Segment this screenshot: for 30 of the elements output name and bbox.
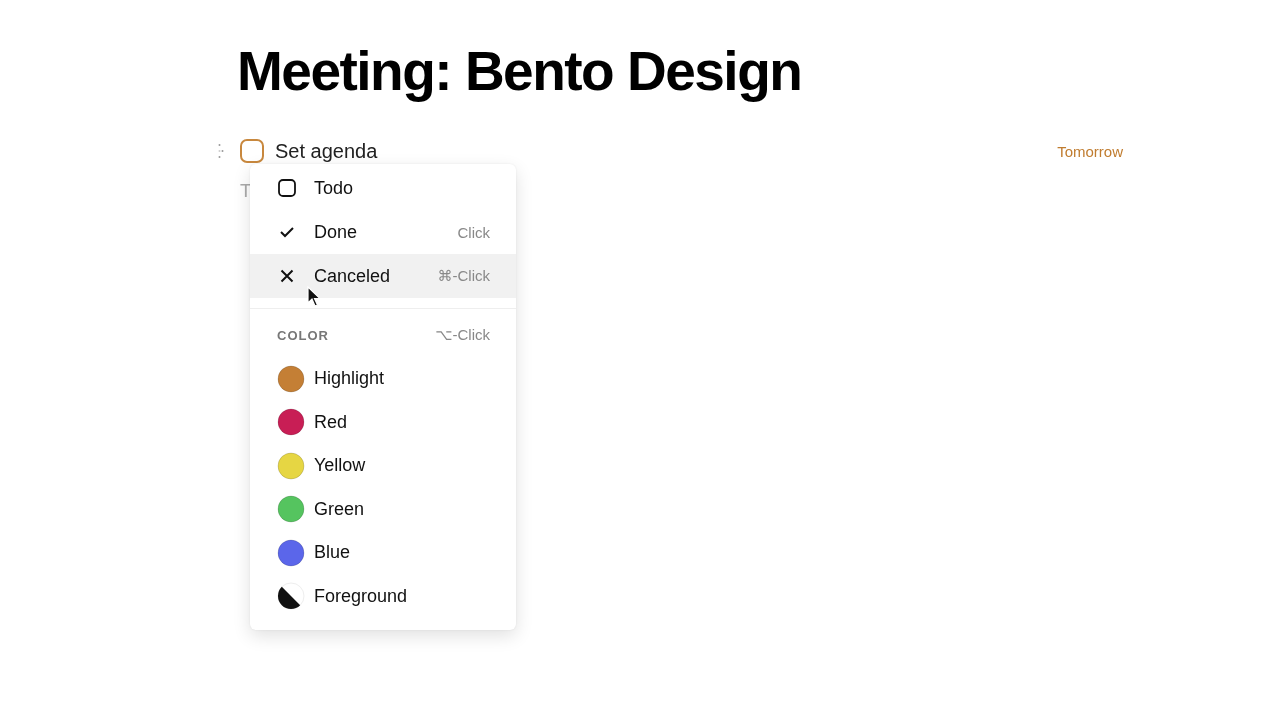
menu-item-label: Blue (314, 542, 351, 564)
menu-item-label: Yellow (314, 455, 366, 477)
placeholder-text: T (240, 180, 252, 201)
due-date[interactable]: Tomorrow (1057, 142, 1123, 160)
shortcut-hint: ⌥-Click (435, 326, 490, 344)
menu-item-label: Red (314, 411, 348, 433)
menu-item[interactable]: Red (250, 400, 516, 444)
menu-item[interactable]: Blue (250, 531, 516, 575)
menu-item-label: Done (314, 221, 358, 243)
menu-item-label: Canceled (314, 265, 391, 287)
shortcut-hint: ⌘-Click (437, 267, 490, 285)
page-title: Meeting: Bento Design (236, 39, 803, 104)
task-checkbox[interactable] (240, 139, 264, 163)
drag-handle-icon[interactable] (218, 143, 224, 159)
section-heading: COLOR (277, 327, 329, 343)
menu-item[interactable]: Highlight (250, 357, 516, 401)
cursor-icon (307, 286, 321, 308)
menu-item[interactable]: Canceled ⌘-Click (250, 254, 516, 298)
menu-item[interactable]: Done Click (250, 210, 516, 254)
menu-item[interactable]: Foreground (250, 574, 516, 618)
menu-item-label: Todo (314, 177, 354, 199)
task-text: Set agenda (275, 139, 378, 163)
menu-item[interactable]: Green (250, 487, 516, 531)
square-icon (277, 178, 297, 198)
shortcut-hint: Click (457, 223, 490, 241)
menu-item[interactable]: Todo (250, 166, 516, 210)
menu-item-label: Green (314, 498, 365, 520)
menu-item-label: Foreground (314, 585, 408, 607)
menu-item[interactable]: Yellow (250, 444, 516, 488)
menu-item-label: Highlight (314, 368, 385, 390)
